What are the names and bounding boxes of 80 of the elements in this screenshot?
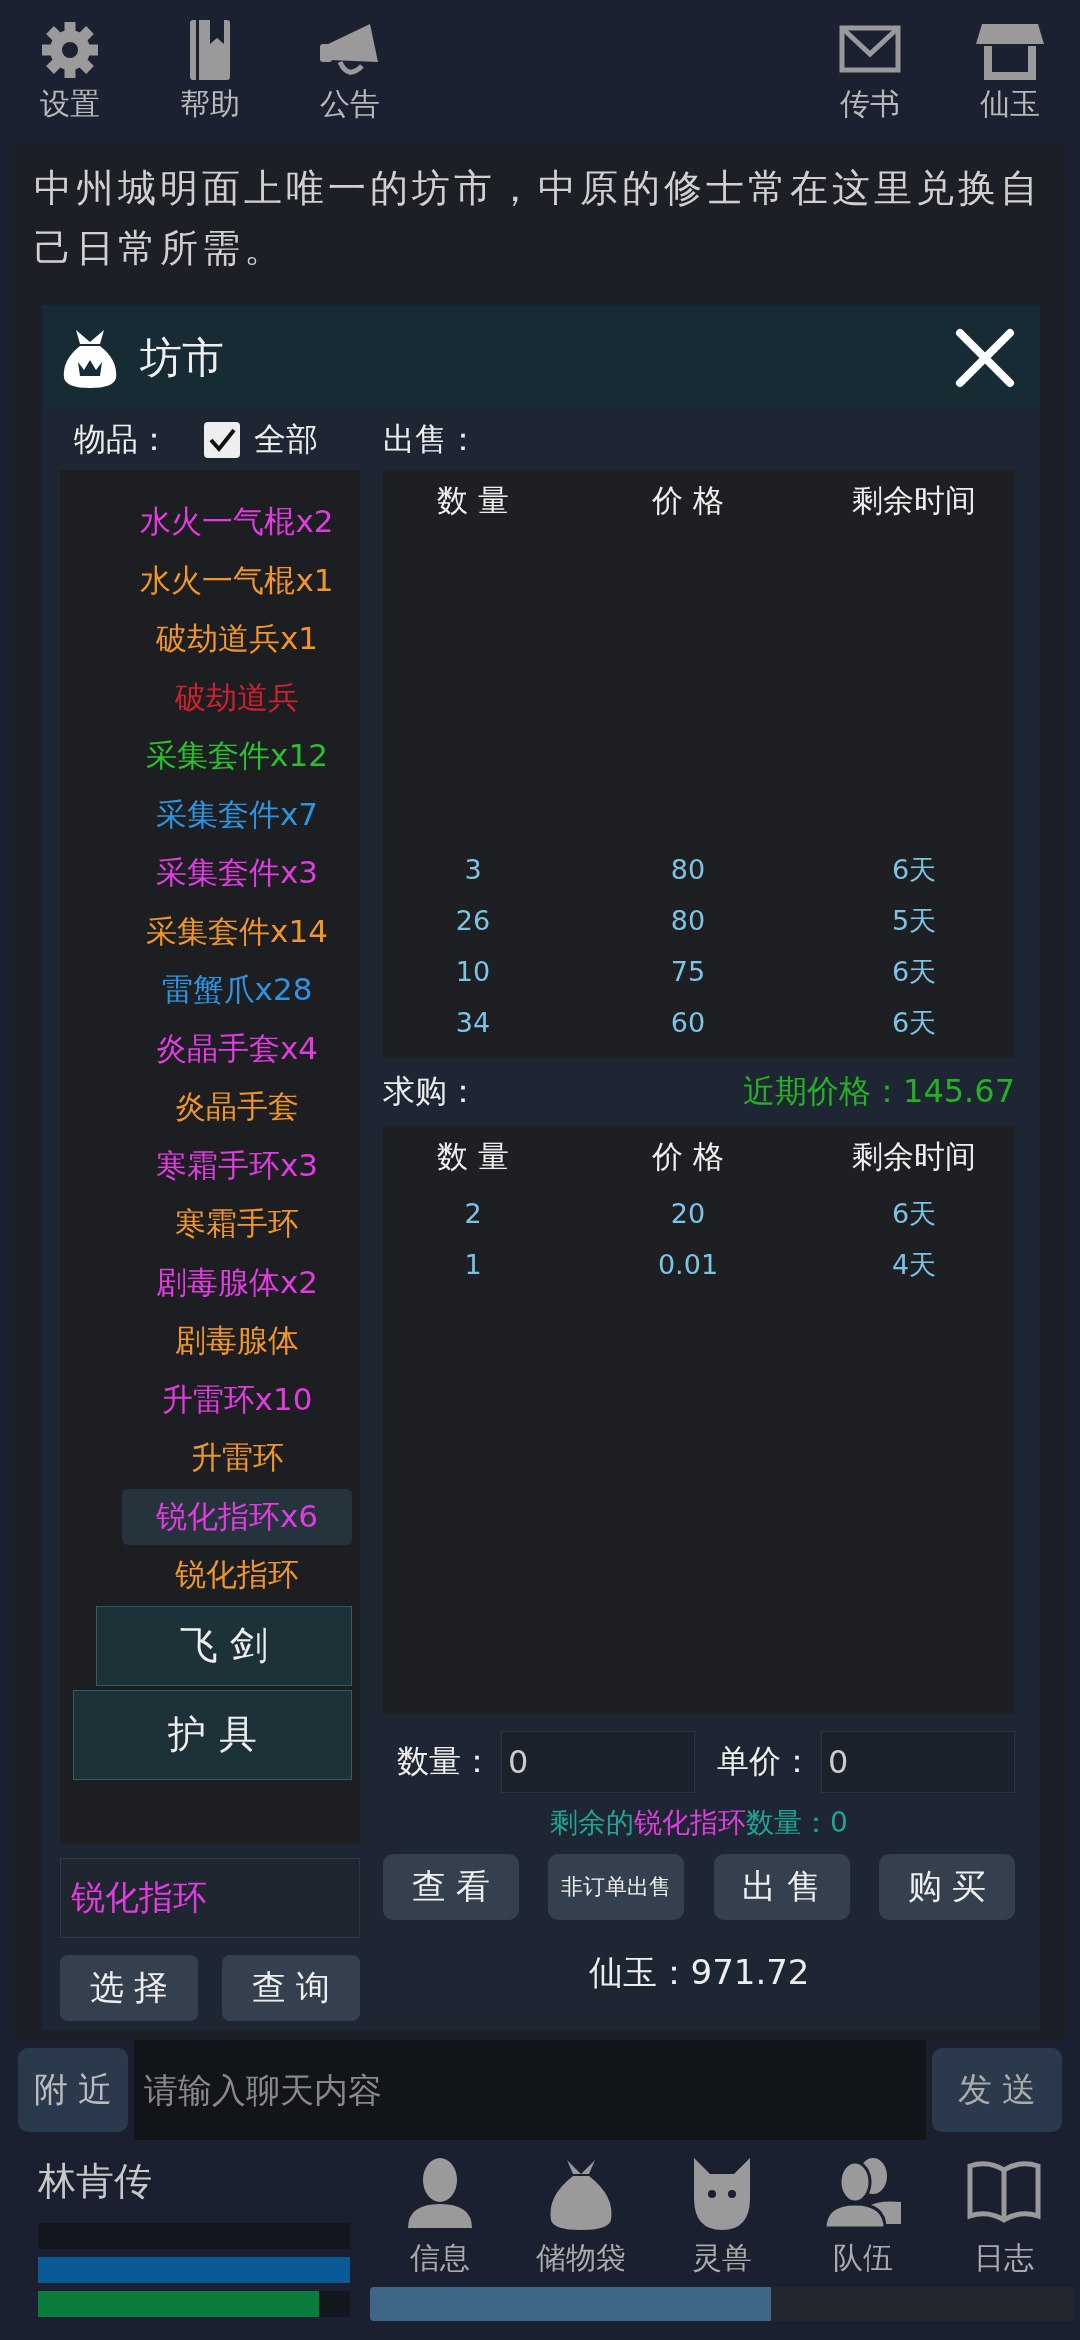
category-button[interactable]: 护 具 <box>73 1689 352 1780</box>
quantity-label: 数量： <box>396 1741 493 1782</box>
toolbar-button[interactable]: 传书 <box>820 0 920 140</box>
item-entry[interactable]: 炎晶手套 <box>122 1079 352 1135</box>
item-entry[interactable]: 采集套件x3 <box>122 845 352 901</box>
item-entry[interactable]: 雷蟹爪x28 <box>122 962 352 1018</box>
nav-button[interactable]: 信息 <box>375 2152 506 2279</box>
item-entry[interactable]: 剧毒腺体x2 <box>122 1254 352 1311</box>
sell-label: 出售： <box>383 419 479 460</box>
column-header: 价 格 <box>651 1137 725 1176</box>
action-button[interactable]: 查 看 <box>383 1854 519 1920</box>
channel-button[interactable]: 附 近 <box>18 2048 128 2132</box>
item-entry[interactable]: 采集套件x12 <box>122 728 352 784</box>
toolbar-button[interactable]: 帮助 <box>160 0 260 140</box>
unit-price-label: 单价： <box>716 1741 813 1782</box>
table-cell-text: 1 <box>463 1249 483 1280</box>
column-header: 数 量 <box>436 1137 510 1176</box>
description-text: 中州城明面上唯一的坊市，中原的修士常在这里兑换自己日常所需。 <box>34 165 1043 272</box>
unit-price-field[interactable]: 0 <box>821 1731 1015 1793</box>
item-entry[interactable]: 破劫道兵x1 <box>122 611 352 667</box>
buy-label: 求购： <box>383 1071 479 1112</box>
action-button[interactable]: 出 售 <box>713 1854 850 1920</box>
table-cell-text: 6天 <box>890 1005 938 1040</box>
toolbar-button[interactable]: 仙玉 <box>960 0 1060 140</box>
table-cell-text: 6天 <box>890 852 938 887</box>
toolbar-button[interactable]: 设置 <box>20 0 120 140</box>
action-button[interactable]: 购 买 <box>879 1854 1015 1920</box>
selected-item-field[interactable]: 锐化指环 <box>60 1858 360 1938</box>
item-entry[interactable]: 采集套件x7 <box>122 786 352 843</box>
column-header: 剩余时间 <box>851 1137 977 1176</box>
table-cell-text: 0.01 <box>656 1249 720 1280</box>
nav-button[interactable]: 灵兽 <box>657 2152 787 2279</box>
table-cell-text: 80 <box>669 854 707 885</box>
column-header: 剩余时间 <box>851 481 977 520</box>
table-cell-text: 6天 <box>890 954 938 989</box>
table-cell-text: 2 <box>463 1198 483 1229</box>
player-name: 林肯传 <box>38 2158 153 2205</box>
send-button[interactable]: 发 送 <box>932 2048 1062 2132</box>
table-cell-text: 6天 <box>890 1196 938 1231</box>
action-button[interactable]: 非订单出售 <box>548 1854 685 1920</box>
item-entry[interactable]: 水火一气棍x1 <box>122 552 352 609</box>
item-entry[interactable]: 升雷环x10 <box>122 1371 352 1428</box>
item-entry[interactable]: 寒霜手环x3 <box>122 1137 352 1194</box>
table-cell-text: 4天 <box>890 1247 938 1282</box>
item-entry[interactable]: 寒霜手环 <box>122 1196 352 1252</box>
nav-button[interactable]: 队伍 <box>797 2152 928 2279</box>
balance-text: 仙玉：971.72 <box>587 1951 811 1994</box>
table-cell-text: 80 <box>669 905 707 936</box>
scroll-thumb[interactable] <box>370 2287 772 2321</box>
column-header: 数 量 <box>436 481 510 520</box>
table-cell-text: 5天 <box>890 903 938 938</box>
table-cell-text: 75 <box>669 956 707 987</box>
nav-button[interactable]: 日志 <box>938 2152 1069 2279</box>
table-cell-text: 10 <box>454 956 492 987</box>
column-header: 价 格 <box>651 481 725 520</box>
item-entry[interactable]: 升雷环 <box>122 1430 352 1486</box>
category-button[interactable]: 飞 剑 <box>96 1605 352 1686</box>
table-cell-text: 26 <box>454 905 492 936</box>
toolbar-button[interactable]: 公告 <box>300 0 400 140</box>
table-cell-text: 34 <box>454 1007 492 1038</box>
action-button[interactable]: 查 询 <box>222 1955 360 2021</box>
action-button[interactable]: 选 择 <box>60 1955 198 2021</box>
chat-input[interactable]: 请输入聊天内容 <box>134 2040 926 2140</box>
item-entry[interactable]: 锐化指环 <box>122 1547 352 1603</box>
checkbox[interactable] <box>204 422 240 458</box>
table-cell-text: 3 <box>463 854 483 885</box>
items-label: 物品： <box>74 419 170 460</box>
item-entry[interactable]: 炎晶手套x4 <box>122 1020 352 1077</box>
item-entry[interactable]: 锐化指环x6 <box>122 1488 352 1545</box>
dialog-title: 坊市 <box>140 331 225 384</box>
item-entry[interactable]: 剧毒腺体 <box>122 1313 352 1369</box>
item-entry[interactable]: 水火一气棍x2 <box>122 494 352 550</box>
remaining-count-text: 剩余的锐化指环数量：0 <box>549 1805 849 1841</box>
item-entry[interactable]: 采集套件x14 <box>122 903 352 960</box>
nav-button[interactable]: 储物袋 <box>516 2152 647 2279</box>
quantity-field[interactable]: 0 <box>501 1731 695 1793</box>
recent-price: 近期价格：145.67 <box>743 1071 1015 1112</box>
table-cell-text: 60 <box>669 1007 707 1038</box>
checkbox-label: 全部 <box>254 419 318 460</box>
table-cell-text: 20 <box>669 1198 707 1229</box>
